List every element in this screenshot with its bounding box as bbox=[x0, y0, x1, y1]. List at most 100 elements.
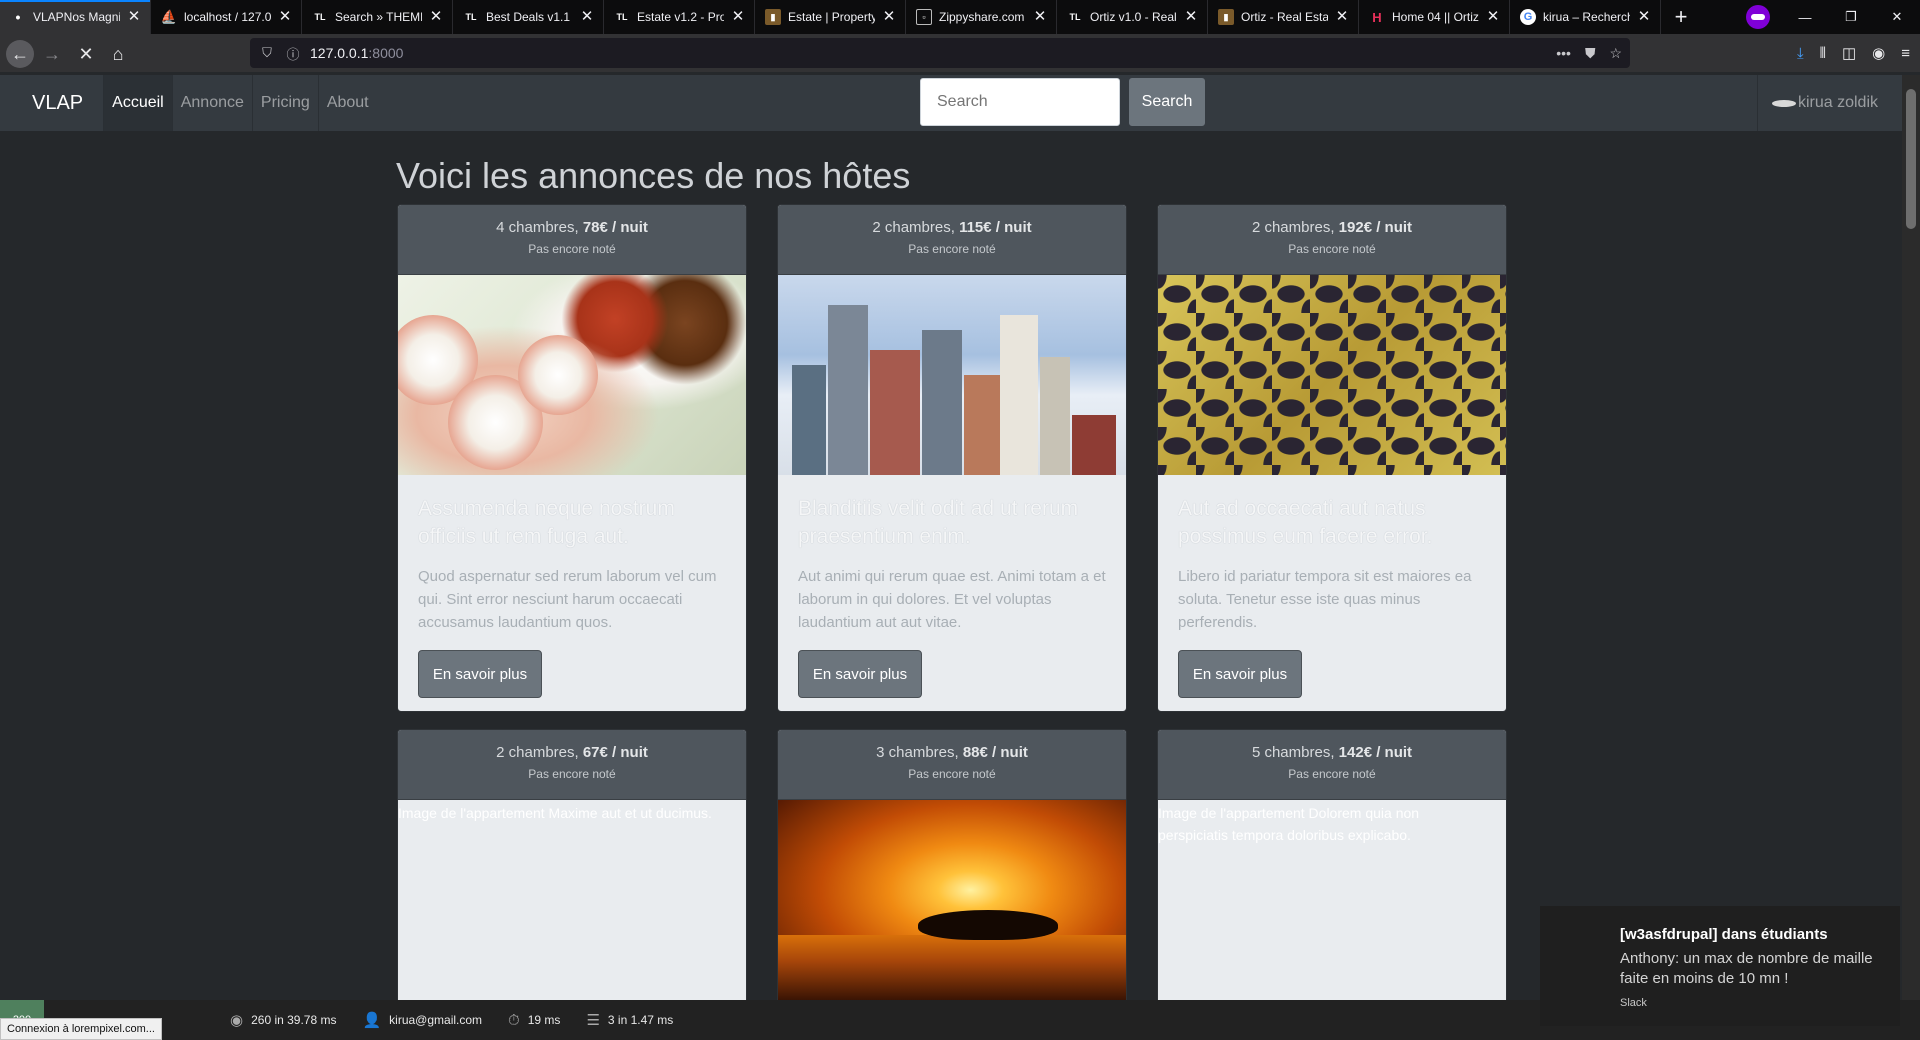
library-icon[interactable]: ⫴ bbox=[1820, 45, 1826, 62]
nav-about[interactable]: About bbox=[317, 75, 377, 131]
image-detail bbox=[518, 335, 598, 415]
url-port: :8000 bbox=[368, 45, 404, 61]
card-price-line: 2 chambres, 67€ / nuit bbox=[398, 730, 746, 761]
close-icon[interactable]: ✕ bbox=[881, 9, 897, 25]
user-menu[interactable]: kirua zoldik bbox=[1756, 75, 1902, 131]
close-icon[interactable]: ✕ bbox=[277, 9, 293, 25]
page-actions-icon[interactable]: ••• bbox=[1556, 45, 1571, 61]
tab-vlap[interactable]: • VLAPNos Magnifiq ✕ bbox=[0, 0, 151, 34]
tab-estate-property[interactable]: ▮ Estate | Property ✕ bbox=[755, 0, 906, 34]
user-name: kirua zoldik bbox=[1797, 94, 1878, 111]
image-detail bbox=[922, 330, 962, 475]
brand-logo[interactable]: VLAP bbox=[32, 92, 83, 115]
info-icon[interactable]: ⓘ bbox=[284, 44, 302, 63]
stop-loading-icon[interactable]: ✕ bbox=[72, 40, 100, 68]
connection-status: Connexion à lorempixel.com... bbox=[0, 1018, 162, 1040]
close-icon[interactable]: ✕ bbox=[126, 9, 142, 25]
tab-best-deals[interactable]: TL Best Deals v1.1 - R ✕ bbox=[453, 0, 604, 34]
avatar bbox=[1771, 99, 1796, 107]
image-alt-text: Image de l'appartement Dolorem quia non … bbox=[1158, 805, 1420, 843]
pocket-icon[interactable]: ⛊ bbox=[1585, 45, 1596, 62]
book-icon: ▮ bbox=[1218, 9, 1234, 25]
card-price: 192€ / nuit bbox=[1338, 219, 1413, 236]
card-text: Libero id pariatur tempora sit est maior… bbox=[1178, 568, 1472, 631]
card-title: Aut ad occaecati aut natus possimus eum … bbox=[1178, 497, 1433, 548]
shield-icon[interactable]: ⛉ bbox=[258, 45, 276, 61]
close-icon[interactable]: ✕ bbox=[730, 9, 746, 25]
new-tab-button[interactable]: + bbox=[1661, 0, 1701, 34]
listing-image bbox=[778, 800, 1126, 1000]
window-close-icon[interactable]: ✕ bbox=[1874, 0, 1920, 34]
account-icon[interactable]: ◉ bbox=[1872, 44, 1885, 62]
card-body: Blanditiis velit odit ad ut rerum praese… bbox=[778, 475, 1126, 711]
listing-card: 2 chambres, 67€ / nuit Pas encore noté I… bbox=[397, 729, 747, 1040]
tab-title: Estate | Property bbox=[788, 10, 875, 24]
themelock-icon: TL bbox=[314, 12, 326, 22]
card-text: Aut animi qui rerum quae est. Animi tota… bbox=[798, 568, 1106, 631]
debug-cache[interactable]: ☰ 3 in 1.47 ms bbox=[586, 1011, 673, 1029]
notification-app: Slack bbox=[1620, 997, 1647, 1009]
card-header: 2 chambres, 115€ / nuit Pas encore noté bbox=[778, 205, 1126, 275]
listing-image: Image de l'appartement Maxime aut et ut … bbox=[398, 800, 746, 1000]
card-rooms: 2 chambres, bbox=[496, 744, 579, 761]
close-icon[interactable]: ✕ bbox=[1183, 9, 1199, 25]
card-rating: Pas encore noté bbox=[1288, 242, 1376, 256]
menu-icon[interactable]: ≡ bbox=[1901, 45, 1910, 62]
listing-card: 4 chambres, 78€ / nuit Pas encore noté A… bbox=[397, 204, 747, 712]
close-icon[interactable]: ✕ bbox=[579, 9, 595, 25]
close-icon[interactable]: ✕ bbox=[1485, 9, 1501, 25]
sidebar-icon[interactable]: ◫ bbox=[1842, 44, 1856, 62]
tab-localhost[interactable]: ⛵ localhost / 127.0.0 ✕ bbox=[151, 0, 302, 34]
listing-image bbox=[1158, 275, 1506, 475]
tab-ortiz-real-estate[interactable]: ▮ Ortiz - Real Estate ✕ bbox=[1208, 0, 1359, 34]
learn-more-button[interactable]: En savoir plus bbox=[418, 650, 542, 698]
tab-title: localhost / 127.0.0 bbox=[184, 10, 271, 24]
tab-home04[interactable]: H Home 04 || Ortiz ✕ bbox=[1359, 0, 1510, 34]
debug-queries[interactable]: ◉ 260 in 39.78 ms bbox=[230, 1011, 336, 1029]
notification-body: Anthony: un max de nombre de maille fait… bbox=[1620, 950, 1873, 987]
image-alt-text: Image de l'appartement Maxime aut et ut … bbox=[398, 805, 712, 821]
tab-zippyshare[interactable]: ▫ Zippyshare.com ✕ bbox=[906, 0, 1057, 34]
image-detail bbox=[778, 935, 1126, 1000]
tab-search-themelock[interactable]: TL Search » THEMELO ✕ bbox=[302, 0, 453, 34]
scroll-thumb[interactable] bbox=[1906, 89, 1916, 229]
nav-annonce[interactable]: Annonce bbox=[171, 75, 252, 131]
url-text[interactable]: 127.0.0.1:8000 bbox=[310, 45, 403, 61]
tab-ortiz-v10[interactable]: TL Ortiz v1.0 - Real E ✕ bbox=[1057, 0, 1208, 34]
back-arrow-icon[interactable]: ← bbox=[6, 40, 34, 68]
close-icon[interactable]: ✕ bbox=[1334, 9, 1350, 25]
close-icon[interactable]: ✕ bbox=[1636, 9, 1652, 25]
nav-pricing[interactable]: Pricing bbox=[251, 75, 318, 131]
forward-arrow-icon[interactable]: → bbox=[38, 40, 66, 68]
close-icon[interactable]: ✕ bbox=[428, 9, 444, 25]
debug-time[interactable]: ⏱ 19 ms bbox=[508, 1012, 560, 1029]
tab-estate-v12[interactable]: TL Estate v1.2 - Prop ✕ bbox=[604, 0, 755, 34]
search-input[interactable] bbox=[920, 78, 1120, 126]
close-icon[interactable]: ✕ bbox=[1032, 9, 1048, 25]
listing-image bbox=[398, 275, 746, 475]
tab-kirua-search[interactable]: G kirua – Recherche ✕ bbox=[1510, 0, 1661, 34]
phpmyadmin-icon: ⛵ bbox=[160, 9, 178, 24]
bookmark-star-icon[interactable]: ☆ bbox=[1609, 45, 1622, 62]
card-text: Quod aspernatur sed rerum laborum vel cu… bbox=[418, 568, 717, 631]
listing-card: 3 chambres, 88€ / nuit Pas encore noté bbox=[777, 729, 1127, 1040]
learn-more-button[interactable]: En savoir plus bbox=[798, 650, 922, 698]
learn-more-button[interactable]: En savoir plus bbox=[1178, 650, 1302, 698]
card-price: 142€ / nuit bbox=[1338, 744, 1413, 761]
slack-notification[interactable]: [w3asfdrupal] dans étudiants Anthony: un… bbox=[1540, 906, 1900, 1026]
nav-accueil[interactable]: Accueil bbox=[103, 75, 172, 131]
download-icon[interactable]: ⤓ bbox=[1797, 45, 1804, 62]
card-price-line: 4 chambres, 78€ / nuit bbox=[398, 205, 746, 236]
tab-title: Estate v1.2 - Prop bbox=[637, 10, 724, 24]
tab-title: Ortiz v1.0 - Real E bbox=[1090, 10, 1177, 24]
h-logo-icon: H bbox=[1372, 9, 1382, 25]
debug-user[interactable]: 👤 kirua@gmail.com bbox=[362, 1011, 482, 1029]
home-icon[interactable]: ⌂ bbox=[104, 40, 132, 68]
card-rooms: 5 chambres, bbox=[1251, 744, 1335, 761]
minimize-icon[interactable]: — bbox=[1782, 0, 1828, 34]
restore-icon[interactable]: ❐ bbox=[1828, 0, 1874, 34]
url-bar[interactable]: ⛉ ⓘ 127.0.0.1:8000 ••• ⛊ ☆ bbox=[250, 38, 1630, 68]
notification-title: [w3asfdrupal] dans étudiants bbox=[1620, 926, 1828, 943]
search-button[interactable]: Search bbox=[1129, 78, 1205, 126]
page-scrollbar[interactable] bbox=[1902, 75, 1920, 1000]
